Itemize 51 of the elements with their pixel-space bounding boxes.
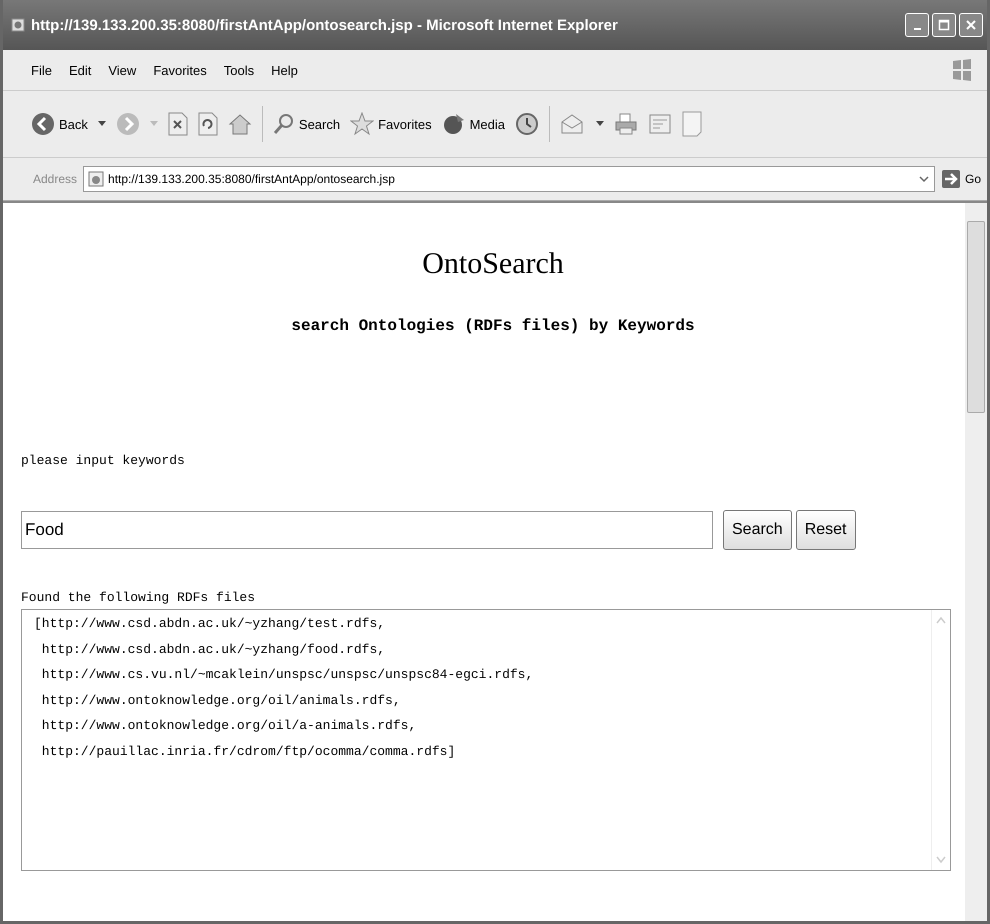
menu-item[interactable]: File [31,62,52,78]
media-button[interactable]: Media [442,112,505,136]
reset-button[interactable]: Reset [796,510,856,550]
result-line: http://www.ontoknowledge.org/oil/animals.rdfs, [40,692,402,710]
result-line: http://www.cs.vu.nl/~mcaklein/unspsc/unspsc/unspsc84-egci.rdfs, [40,667,534,684]
page-heading: OntoSearch [421,247,565,281]
forward-icon[interactable] [116,112,140,136]
minimize-icon [914,28,920,30]
page-icon [11,18,25,32]
page-icon [88,171,104,187]
printer-icon[interactable] [614,112,638,136]
page-scrollbar[interactable] [965,203,987,921]
favorites-button[interactable]: Favorites [350,112,432,136]
edit-icon[interactable] [648,112,672,136]
menu-item[interactable]: Help [271,62,298,78]
results-label: Found the following RDFs files [21,590,256,605]
result-line: [http://www.csd.abdn.ac.uk/~yzhang/test.rdfs, [34,616,386,633]
address-field[interactable]: http://139.133.200.35:8080/firstAntApp/ontosearch.jsp [83,166,935,192]
maximize-icon [937,18,951,32]
close-button[interactable] [959,13,983,37]
address-label: Address [33,172,78,186]
prompt-text: please input keywords [21,453,186,468]
search-button[interactable]: Search [723,510,792,550]
search-button[interactable]: Search [272,112,340,136]
go-button[interactable]: Go [940,169,981,189]
maximize-button[interactable] [932,13,956,37]
stop-icon[interactable] [168,112,188,136]
menu-item[interactable]: View [108,62,136,78]
dropdown-arrow-icon[interactable] [98,121,106,127]
result-line: http://www.ontoknowledge.org/oil/a-animals.rdfs, [40,718,418,735]
note-icon[interactable] [682,111,702,137]
window-title: http://139.133.200.35:8080/firstAntApp/ontosearch.jsp - Microsoft Internet Explorer [31,16,618,34]
history-icon[interactable] [515,112,539,136]
keyword-field[interactable]: Food [21,511,713,549]
back-button[interactable]: Back [31,112,88,136]
globe-icon [442,112,466,136]
minimize-button[interactable] [905,13,929,37]
close-icon [964,18,978,32]
page-subtitle: search Ontologies (RDFs files) by Keywords [290,317,696,335]
menu-item[interactable]: Edit [68,62,92,78]
refresh-icon[interactable] [198,112,218,136]
dropdown-arrow-icon[interactable] [596,121,604,127]
result-line: http://www.csd.abdn.ac.uk/~yzhang/food.rdfs, [40,642,386,658]
result-line: http://pauillac.inria.fr/cdrom/ftp/ocomma/comma.rdfs] [40,744,456,760]
menu-item[interactable]: Tools [224,62,254,78]
search-icon [272,112,295,136]
star-icon [350,112,374,136]
menu-item[interactable]: Favorites [153,62,207,78]
windows-flag-icon [951,57,973,83]
results-textarea[interactable] [21,609,951,871]
home-icon[interactable] [228,112,252,136]
